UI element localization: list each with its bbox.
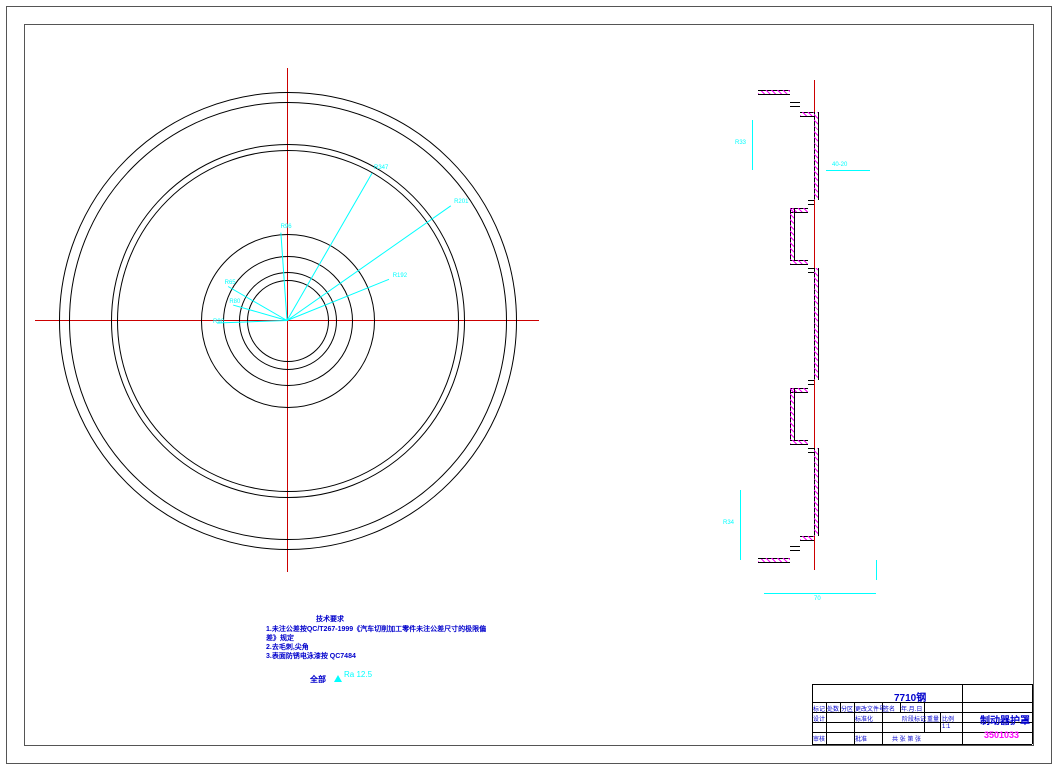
tb-field: 制动器护罩 [980, 712, 1030, 727]
section-hatch [758, 90, 790, 94]
section-dim-label: 40-20 [832, 162, 847, 168]
section-hatch [814, 268, 818, 380]
section-hatch [800, 112, 814, 116]
section-hatch [790, 260, 808, 264]
tb-field: 审核 [813, 734, 825, 743]
tb-field: 重量 [927, 714, 939, 723]
dim-label: R192 [393, 273, 407, 279]
tb-field: 分区 [841, 704, 853, 713]
dim-label: R96 [281, 224, 292, 230]
section-hatch [790, 440, 808, 444]
part-number: 3501033 [984, 730, 1019, 740]
section-hatch [758, 558, 790, 562]
dim-label: R347 [374, 165, 388, 171]
dim-label: R90 [213, 319, 224, 325]
tb-field: 年.月.日 [901, 704, 922, 713]
section-hatch [790, 388, 794, 440]
section-dim-label: R33 [735, 140, 746, 146]
surface-finish-symbol [334, 675, 342, 682]
section-hatch [814, 448, 818, 536]
tb-field: 阶段标记 [902, 714, 926, 723]
dim-label: R80 [229, 299, 240, 305]
tb-field: 比例 [942, 714, 954, 723]
tech-req-line: 1.未注公差按QC/T267-1999《汽车切削加工零件未注公差尺寸的极限偏 [266, 624, 486, 634]
tb-field: 签名 [883, 704, 895, 713]
section-hatch [814, 112, 818, 200]
dim-label: R65 [225, 280, 236, 286]
tb-field: 标记 [813, 704, 825, 713]
tech-req-title: 技术要求 [316, 614, 344, 624]
section-dim-label: R34 [723, 520, 734, 526]
section-hatch [800, 536, 814, 540]
tb-field: 批准 [855, 734, 867, 743]
tb-field: 标准化 [855, 714, 873, 723]
surface-all-label: 全部 [310, 674, 326, 685]
dim-label: R201 [454, 199, 468, 205]
tb-field: 更改文件号 [855, 704, 885, 713]
tech-req-line: 3.表面防锈电泳漆按 QC7484 [266, 651, 356, 661]
surface-finish-value: Ra 12.5 [344, 670, 372, 679]
tb-field: 7710钢 [894, 689, 926, 704]
tb-field: 1:1 [942, 724, 950, 730]
tb-field: 处数 [827, 704, 839, 713]
tb-field: 共 张 第 张 [892, 734, 921, 743]
tb-field: 设计 [813, 714, 825, 723]
section-hatch [790, 208, 794, 260]
drawing-sheet: R347 R201 R192 R96 R90 R80 R65 40-20 R34 R33 70 技… [0, 0, 1056, 768]
section-dim-label: 70 [814, 596, 821, 602]
